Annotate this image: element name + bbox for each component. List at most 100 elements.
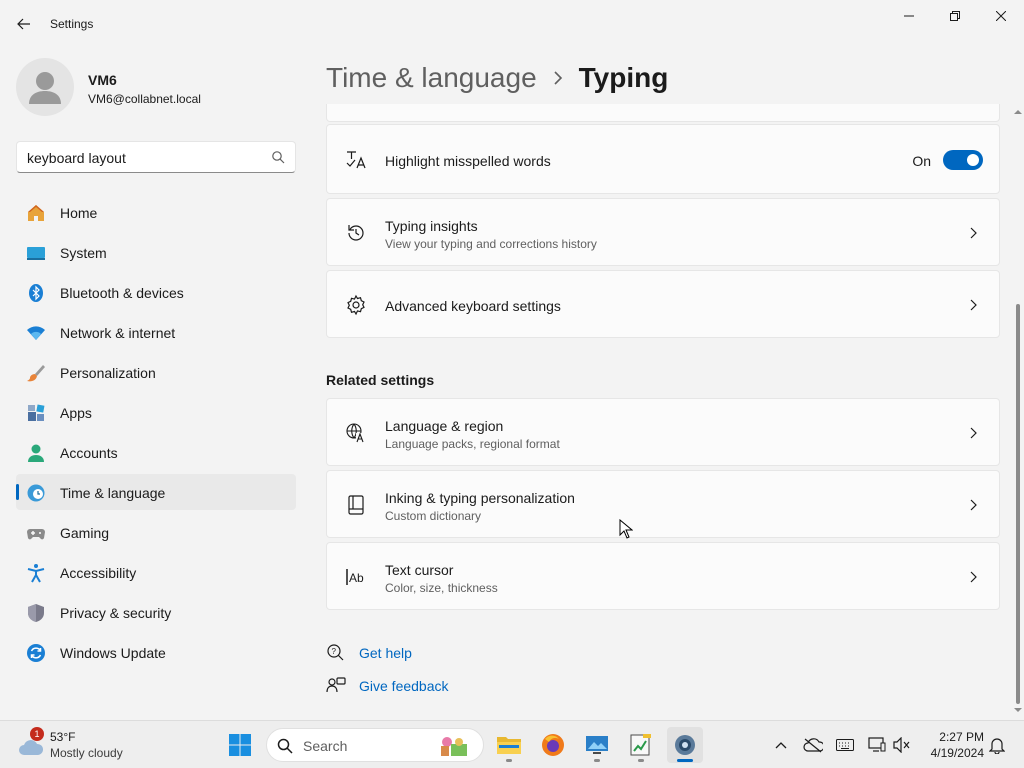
scroll-up-arrow-icon[interactable] [1014,108,1022,116]
weather-description: Mostly cloudy [50,746,123,760]
sidebar-item-label: System [60,245,107,261]
sidebar-item-label: Network & internet [60,325,176,341]
sidebar-item-label: Accessibility [60,565,137,581]
weather-widget[interactable]: 1 53°F Mostly cloudy [14,727,154,763]
sidebar-item-label: Home [60,205,98,221]
sidebar-item-home[interactable]: Home [16,194,296,230]
breadcrumb-parent[interactable]: Time & language [326,62,537,94]
get-help-label: Get help [359,645,412,661]
folder-icon [497,737,521,754]
file-explorer-button[interactable] [491,727,527,763]
card-title: Advanced keyboard settings [385,298,561,314]
wifi-icon [26,323,46,343]
restore-button[interactable] [932,0,978,32]
help-icon: ? [326,643,346,663]
apps-icon [26,403,46,423]
notepad-chart-icon [630,734,651,756]
volume-muted-icon[interactable] [892,735,912,755]
taskbar-search-label: Search [303,738,348,754]
remote-desktop-icon [586,736,608,754]
start-button[interactable] [222,727,258,763]
sidebar-item-privacy[interactable]: Privacy & security [16,594,296,630]
network-display-icon[interactable] [867,735,887,755]
shield-icon [26,603,46,623]
settings-search-input[interactable] [27,148,267,168]
system-clock[interactable]: 2:27 PM 4/19/2024 [920,729,984,761]
sidebar-item-apps[interactable]: Apps [16,394,296,430]
firefox-button[interactable] [535,727,571,763]
back-button[interactable] [8,10,40,38]
settings-taskbar-button[interactable] [667,727,703,763]
sidebar-item-label: Personalization [60,365,156,381]
sidebar-item-gaming[interactable]: Gaming [16,514,296,550]
brush-icon [26,363,46,383]
user-profile[interactable]: VM6 VM6@collabnet.local [16,58,296,118]
main-content: Highlight misspelled words On Typing ins… [326,104,1000,718]
sidebar-item-time-language[interactable]: Time & language [16,474,296,510]
sidebar-item-label: Privacy & security [60,605,172,621]
sidebar-item-windows-update[interactable]: Windows Update [16,634,296,670]
close-button[interactable] [978,0,1024,32]
taskbar-search[interactable]: Search [266,728,484,762]
settings-gear-icon [675,735,695,755]
text-cursor-icon: Ab [345,566,367,588]
vertical-scrollbar[interactable] [1012,104,1024,718]
gear-icon [345,294,367,316]
clock-date: 4/19/2024 [930,746,984,760]
sidebar-item-accessibility[interactable]: Accessibility [16,554,296,590]
sidebar-item-personalization[interactable]: Personalization [16,354,296,390]
search-icon [277,738,293,754]
card-title: Typing insights [385,218,478,234]
card-subtitle: Custom dictionary [385,509,482,523]
inking-typing-card[interactable]: Inking & typing personalization Custom d… [326,470,1000,538]
sidebar-item-system[interactable]: System [16,234,296,270]
remote-desktop-button[interactable] [579,727,615,763]
sidebar-item-bluetooth[interactable]: Bluetooth & devices [16,274,296,310]
sidebar-item-label: Accounts [60,445,118,461]
accessibility-icon [26,563,46,583]
text-cursor-card[interactable]: Ab Text cursor Color, size, thickness [326,542,1000,610]
scroll-down-arrow-icon[interactable] [1014,706,1022,714]
give-feedback-link[interactable]: Give feedback [326,675,449,697]
typing-insights-card[interactable]: Typing insights View your typing and cor… [326,198,1000,266]
card-title: Text cursor [385,562,454,578]
notification-badge: 1 [30,727,44,741]
toggle-state-label: On [912,153,931,169]
notepad-button[interactable] [623,727,659,763]
app-title: Settings [50,17,94,31]
minimize-icon [904,15,914,17]
bluetooth-icon [26,283,46,303]
search-icon[interactable] [271,150,285,164]
notification-bell-icon[interactable] [987,735,1007,755]
give-feedback-label: Give feedback [359,678,449,694]
show-hidden-icons-chevron-icon[interactable] [771,735,791,755]
card-title: Language & region [385,418,504,434]
keyboard-icon[interactable] [835,735,855,755]
sidebar-item-label: Bluetooth & devices [60,285,184,301]
chevron-right-icon [970,427,977,439]
mouse-pointer-icon [619,519,633,539]
weather-temperature: 53°F [50,730,76,744]
language-region-card[interactable]: Language & region Language packs, region… [326,398,1000,466]
sidebar-item-accounts[interactable]: Accounts [16,434,296,470]
accounts-icon [26,443,46,463]
sidebar-item-network[interactable]: Network & internet [16,314,296,350]
chevron-right-icon [970,499,977,511]
close-icon [996,11,1006,21]
settings-search-box[interactable] [16,141,296,173]
onedrive-offline-icon[interactable] [803,735,823,755]
get-help-link[interactable]: ? Get help [326,642,412,664]
back-arrow-icon [17,18,30,30]
sidebar-item-label: Apps [60,405,92,421]
settings-card-partial [326,104,1000,122]
scrollbar-thumb[interactable] [1016,304,1020,704]
dictionary-icon [345,494,367,516]
home-icon [26,203,46,223]
feedback-icon [326,676,346,696]
language-icon [345,422,367,444]
advanced-keyboard-card[interactable]: Advanced keyboard settings [326,270,1000,338]
card-title: Inking & typing personalization [385,490,575,506]
highlight-misspelled-toggle[interactable] [943,150,983,170]
minimize-button[interactable] [886,0,932,32]
svg-text:Ab: Ab [349,571,364,585]
